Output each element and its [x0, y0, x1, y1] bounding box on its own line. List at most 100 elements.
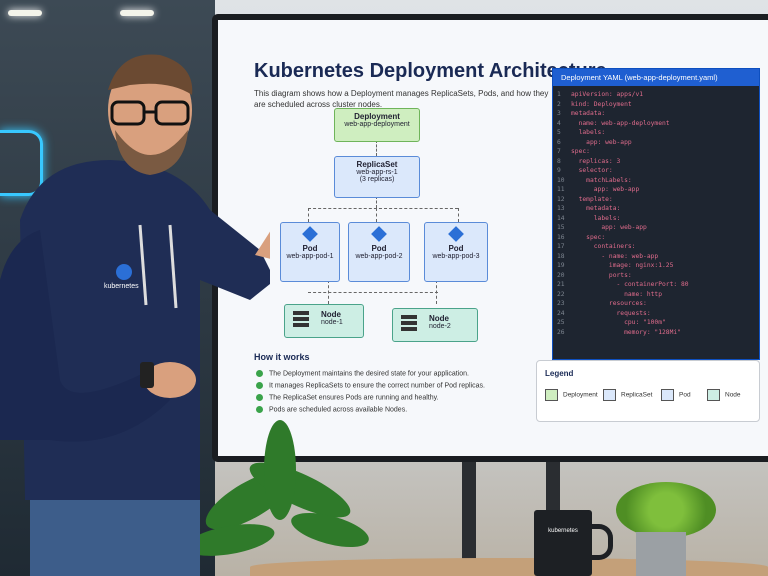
- yaml-text: app: web-app: [571, 186, 640, 193]
- ceiling-light: [8, 10, 42, 16]
- yaml-text: name: web-app-deployment: [571, 119, 670, 127]
- line-number: 20: [557, 271, 565, 279]
- how-item-text: It manages ReplicaSets to ensure the cor…: [269, 382, 485, 390]
- line-number: 11: [557, 186, 565, 193]
- line-number: 2: [557, 100, 561, 108]
- yaml-line: 3 metadata:: [557, 109, 755, 119]
- pod-label: Pod: [371, 244, 387, 253]
- line-number: 21: [557, 281, 565, 288]
- yaml-panel: Deployment YAML (web-app-deployment.yaml…: [552, 68, 760, 360]
- connector-line: [308, 208, 309, 222]
- legend: Legend Deployment ReplicaSet Pod Node: [536, 360, 760, 422]
- yaml-title: Deployment YAML (web-app-deployment.yaml…: [553, 69, 759, 86]
- yaml-line: 4 name: web-app-deployment: [557, 119, 755, 129]
- legend-label: Deployment: [563, 391, 598, 399]
- yaml-text: template:: [571, 195, 613, 203]
- yaml-line: 12 template:: [557, 195, 755, 205]
- yaml-text: labels:: [571, 214, 621, 222]
- line-number: 4: [557, 119, 561, 127]
- line-number: 26: [557, 328, 565, 336]
- line-number: 12: [557, 195, 565, 203]
- yaml-line: 7 spec:: [557, 147, 755, 157]
- node-label: Node: [429, 314, 449, 323]
- line-number: 25: [557, 319, 565, 326]
- server-icon: [293, 311, 309, 327]
- legend-item: Node: [707, 389, 741, 401]
- legend-item: ReplicaSet: [603, 389, 652, 401]
- yaml-text: spec:: [571, 233, 606, 241]
- legend-title: Legend: [545, 369, 574, 378]
- yaml-line: 17 containers:: [557, 242, 755, 252]
- yaml-code: 1 apiVersion: apps/v1 2 kind: Deployment 3 me…: [553, 86, 759, 341]
- cube-icon: [302, 226, 318, 242]
- connector-line: [376, 208, 377, 222]
- yaml-text: - name: web-app: [571, 252, 659, 260]
- legend-swatch: [545, 389, 558, 401]
- connector-line: [376, 140, 377, 156]
- legend-swatch: [661, 389, 674, 401]
- yaml-text: matchLabels:: [571, 176, 632, 184]
- mug-handle: [588, 524, 613, 560]
- line-number: 23: [557, 300, 565, 307]
- connector-line: [328, 280, 329, 304]
- line-number: 6: [557, 138, 561, 146]
- connector-line: [458, 208, 459, 222]
- line-number: 15: [557, 224, 565, 231]
- yaml-line: 22 name: http: [557, 290, 755, 300]
- presenter-person: [0, 54, 270, 576]
- yaml-line: 26 memory: "128Mi": [557, 328, 755, 338]
- yaml-line: 9 selector:: [557, 166, 755, 176]
- line-number: 14: [557, 214, 565, 222]
- yaml-text: cpu: "100m": [571, 319, 666, 326]
- replicaset-note: (3 replicas): [359, 176, 395, 183]
- yaml-line: 25 cpu: "100m": [557, 318, 755, 328]
- line-number: 13: [557, 205, 565, 212]
- coffee-mug: [534, 510, 592, 576]
- yaml-text: memory: "128Mi": [571, 328, 681, 336]
- yaml-line: 16 spec:: [557, 233, 755, 243]
- yaml-text: apiVersion: apps/v1: [571, 91, 644, 98]
- deployment-box: Deployment web-app-deployment: [334, 108, 420, 142]
- pod-name: web-app-pod-3: [432, 253, 480, 260]
- yaml-text: resources:: [571, 300, 647, 307]
- succulent-plant: [616, 482, 716, 538]
- legend-label: Pod: [679, 391, 691, 399]
- node-name: node-1: [321, 319, 343, 326]
- yaml-text: labels:: [571, 129, 606, 136]
- yaml-line: 14 labels:: [557, 214, 755, 224]
- connector-line: [308, 208, 458, 209]
- yaml-line: 1 apiVersion: apps/v1: [557, 90, 755, 100]
- plant-pot: [636, 532, 686, 576]
- line-number: 10: [557, 176, 565, 184]
- yaml-text: app: web-app: [571, 138, 632, 146]
- legend-label: Node: [725, 391, 741, 399]
- replicaset-label: ReplicaSet: [356, 160, 398, 169]
- how-item: The ReplicaSet ensures Pods are running …: [256, 394, 439, 401]
- cube-icon: [448, 226, 464, 242]
- pod-label: Pod: [302, 244, 318, 253]
- slide-description: This diagram shows how a Deployment mana…: [254, 89, 549, 109]
- yaml-line: 21 - containerPort: 80: [557, 280, 755, 290]
- line-number: 1: [557, 91, 561, 98]
- line-number: 16: [557, 233, 565, 241]
- line-number: 24: [557, 309, 565, 317]
- yaml-text: name: http: [571, 290, 662, 298]
- yaml-line: 15 app: web-app: [557, 223, 755, 233]
- cube-icon: [371, 226, 387, 242]
- node-label: Node: [321, 310, 341, 319]
- yaml-line: 19 image: nginx:1.25: [557, 261, 755, 271]
- yaml-text: image: nginx:1.25: [571, 262, 674, 269]
- line-number: 5: [557, 129, 561, 136]
- yaml-text: metadata:: [571, 110, 606, 117]
- yaml-line: 6 app: web-app: [557, 138, 755, 148]
- yaml-line: 5 labels:: [557, 128, 755, 138]
- yaml-text: ports:: [571, 271, 632, 279]
- how-item-text: The ReplicaSet ensures Pods are running …: [269, 394, 439, 402]
- legend-item: Deployment: [545, 389, 598, 401]
- yaml-line: 23 resources:: [557, 299, 755, 309]
- node-name: node-2: [429, 323, 451, 330]
- replicaset-box: ReplicaSet web-app-rs-1 (3 replicas): [334, 156, 420, 198]
- table: [250, 558, 768, 576]
- presentation-screen: Kubernetes Deployment Architecture This …: [218, 20, 768, 456]
- yaml-text: - containerPort: 80: [571, 281, 689, 288]
